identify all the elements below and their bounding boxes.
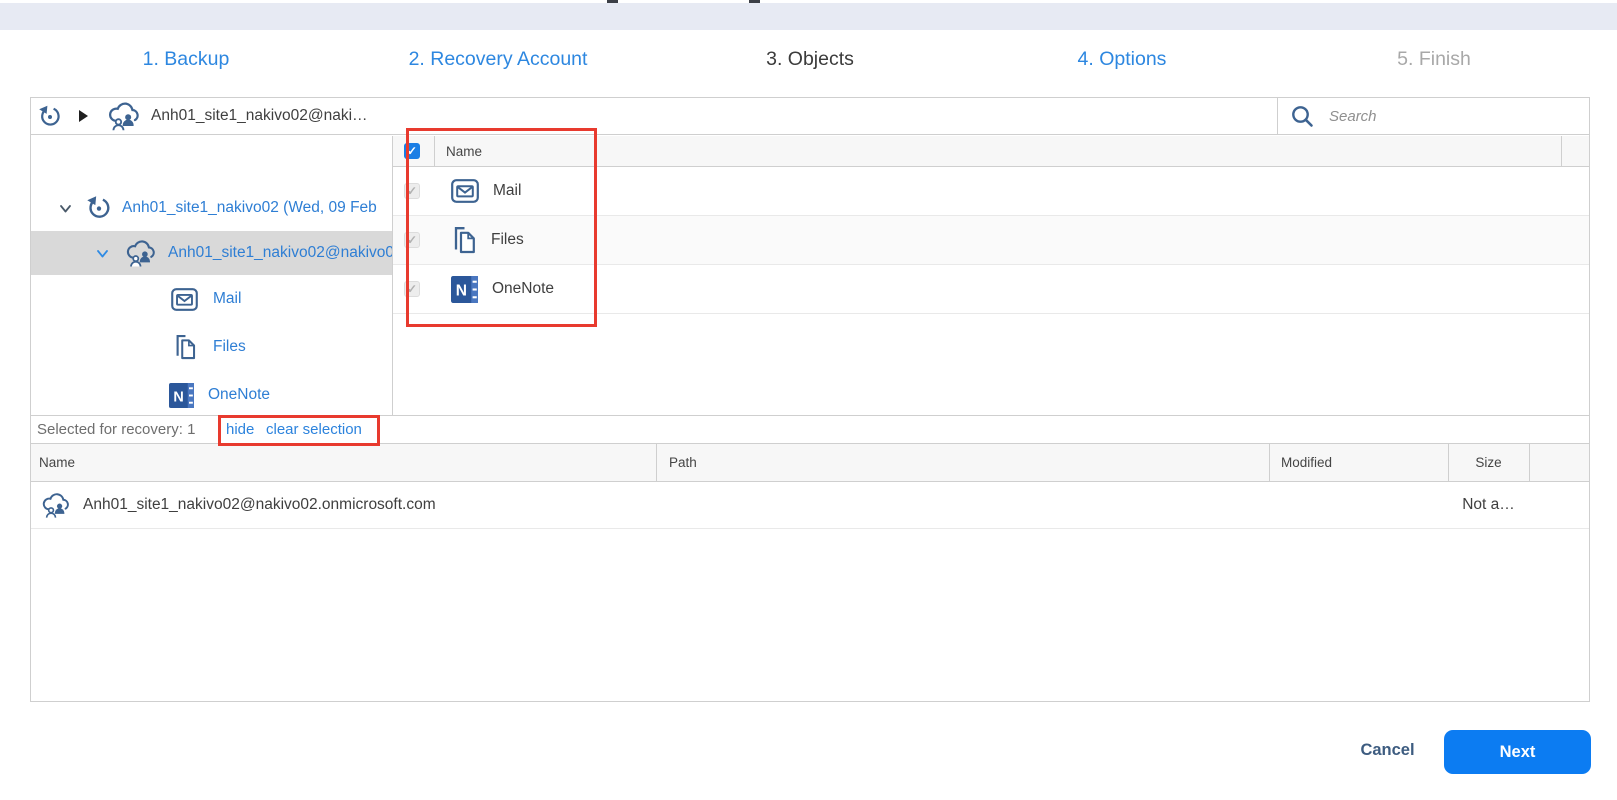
- objects-name-column-header[interactable]: Name: [446, 144, 482, 159]
- objects-row-mail[interactable]: ✓ Mail: [393, 167, 1589, 216]
- objects-table-header: ✓ Name: [393, 136, 1589, 167]
- recovery-point-icon: [86, 195, 112, 221]
- objects-row-files[interactable]: ✓ Files: [393, 216, 1589, 265]
- check-icon: ✓: [407, 185, 417, 197]
- mail-icon: [171, 288, 198, 311]
- search-icon: [1290, 104, 1315, 129]
- cancel-button[interactable]: Cancel: [1340, 741, 1435, 760]
- tree-item-label: Anh01_site1_nakivo02 (Wed, 09 Feb: [122, 199, 377, 217]
- search-input[interactable]: [1327, 107, 1589, 126]
- browser-toolbar: Anh01_site1_nakivo02@naki…: [31, 98, 1589, 135]
- column-divider: [1448, 444, 1449, 481]
- clear-selection-link[interactable]: clear selection: [266, 421, 362, 438]
- account-icon: [125, 239, 156, 268]
- column-header-path[interactable]: Path: [669, 444, 697, 481]
- column-divider: [1561, 136, 1562, 166]
- breadcrumb[interactable]: Anh01_site1_nakivo02@naki…: [151, 98, 368, 134]
- hide-link[interactable]: hide: [226, 421, 254, 438]
- recovery-point-icon: [38, 104, 62, 134]
- wizard-steps: 1. Backup 2. Recovery Account 3. Objects…: [30, 48, 1590, 71]
- expand-arrow-icon[interactable]: [79, 110, 88, 122]
- objects-row-onenote[interactable]: ✓ N OneNote: [393, 265, 1589, 314]
- tree-item-label: Files: [213, 338, 246, 356]
- selected-table-row[interactable]: Anh01_site1_nakivo02@nakivo02.onmicrosof…: [31, 482, 1589, 529]
- account-icon: [41, 492, 70, 519]
- cropped-text-artifact: [607, 0, 618, 3]
- selection-bar: Selected for recovery: 1 hide clear sele…: [31, 415, 1589, 444]
- objects-row-label: Files: [491, 231, 524, 249]
- column-divider: [434, 136, 435, 166]
- column-header-name[interactable]: Name: [39, 444, 75, 481]
- check-icon: ✓: [407, 145, 417, 157]
- tree-item-mail[interactable]: Mail: [31, 277, 392, 321]
- row-checkbox-disabled: ✓: [404, 232, 420, 248]
- step-objects-current[interactable]: 3. Objects: [654, 48, 966, 71]
- selected-table-header: Name Path Modified Size: [31, 444, 1589, 482]
- column-divider: [1269, 444, 1270, 481]
- backup-tree-panel: Anh01_site1_nakivo02 (Wed, 09 Feb Anh01_…: [31, 136, 393, 415]
- cropped-title-band: [0, 3, 1617, 30]
- selected-for-recovery-label: Selected for recovery: 1: [37, 421, 195, 438]
- column-header-size[interactable]: Size: [1448, 444, 1529, 481]
- mail-icon: [451, 179, 479, 203]
- svg-text:N: N: [173, 389, 183, 405]
- step-backup[interactable]: 1. Backup: [30, 48, 342, 71]
- check-icon: ✓: [407, 234, 417, 246]
- recovery-wizard-screen: 1. Backup 2. Recovery Account 3. Objects…: [0, 0, 1617, 800]
- files-icon: [451, 226, 477, 254]
- onenote-icon: N: [169, 383, 194, 408]
- svg-text:N: N: [456, 282, 467, 299]
- step-finish: 5. Finish: [1278, 48, 1590, 71]
- row-checkbox-disabled: ✓: [404, 183, 420, 199]
- cropped-text-artifact: [749, 0, 760, 3]
- objects-browser: Anh01_site1_nakivo02@naki…: [30, 97, 1590, 702]
- step-options[interactable]: 4. Options: [966, 48, 1278, 71]
- tree-item-label: Anh01_site1_nakivo02@nakivo02.onmicrosof…: [168, 244, 392, 262]
- selected-item-size: Not a…: [1448, 496, 1529, 514]
- column-divider: [656, 444, 657, 481]
- selected-item-name: Anh01_site1_nakivo02@nakivo02.onmicrosof…: [83, 496, 436, 514]
- check-icon: ✓: [407, 283, 417, 295]
- tree-item-label: Mail: [213, 290, 241, 308]
- column-divider: [1529, 444, 1530, 481]
- tree-item-files[interactable]: Files: [31, 325, 392, 369]
- tree-item-account-selected[interactable]: Anh01_site1_nakivo02@nakivo02.onmicrosof…: [31, 231, 392, 275]
- files-icon: [173, 334, 197, 360]
- column-header-modified[interactable]: Modified: [1281, 444, 1332, 481]
- tree-item-backup[interactable]: Anh01_site1_nakivo02 (Wed, 09 Feb: [31, 186, 392, 230]
- row-checkbox-disabled: ✓: [404, 281, 420, 297]
- tree-item-label: OneNote: [208, 386, 270, 404]
- onenote-icon: N: [451, 276, 478, 303]
- chevron-down-icon[interactable]: [96, 247, 109, 260]
- chevron-down-icon[interactable]: [59, 202, 72, 215]
- next-button[interactable]: Next: [1444, 730, 1591, 774]
- objects-row-label: Mail: [493, 182, 521, 200]
- search-box: [1277, 98, 1589, 134]
- objects-row-label: OneNote: [492, 280, 554, 298]
- tree-item-onenote[interactable]: N OneNote: [31, 373, 392, 415]
- account-icon: [107, 101, 140, 137]
- select-all-checkbox[interactable]: ✓: [404, 143, 420, 159]
- step-recovery-account[interactable]: 2. Recovery Account: [342, 48, 654, 71]
